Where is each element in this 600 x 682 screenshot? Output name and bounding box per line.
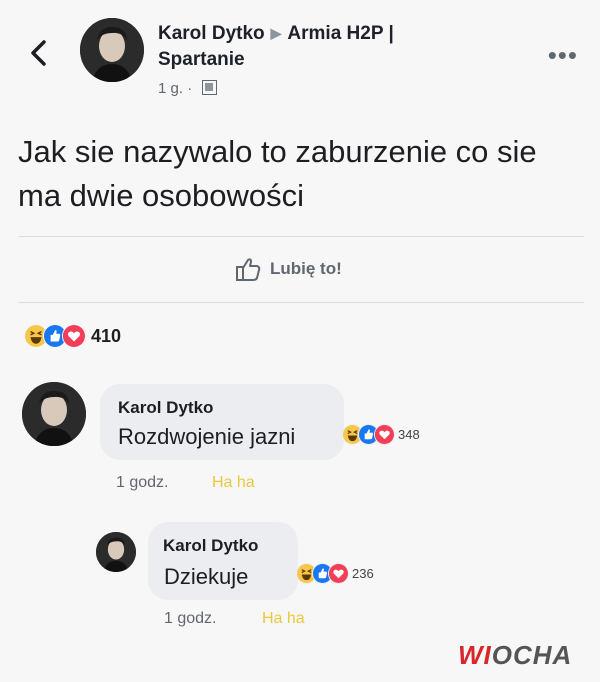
comment-author[interactable]: Karol Dytko	[118, 398, 213, 418]
thumbs-up-icon	[236, 258, 261, 281]
love-icon	[328, 563, 349, 584]
like-label: Lubię to!	[270, 259, 342, 278]
post-time[interactable]: 1 g.	[158, 80, 183, 97]
comment-reactions[interactable]: 348	[342, 424, 420, 445]
watermark-part2: OCHA	[491, 640, 573, 670]
post-header: Karol Dytko ▶ Armia H2P | Spartanie	[158, 20, 478, 73]
arrow-right-icon: ▶	[270, 25, 282, 41]
love-icon	[374, 424, 395, 445]
comment-reaction-count: 348	[398, 427, 420, 442]
reply-reactions[interactable]: 236	[296, 563, 374, 584]
reply-text: Dziekuje	[164, 564, 249, 589]
reply-author[interactable]: Karol Dytko	[163, 536, 258, 556]
comment-text: Rozdwojenie jazni	[118, 424, 296, 449]
chevron-left-icon	[31, 40, 46, 66]
watermark-part1: WI	[458, 640, 492, 670]
back-button[interactable]	[26, 36, 52, 70]
comment-reaction-button[interactable]: Ha ha	[212, 474, 255, 492]
group-icon	[202, 80, 218, 95]
watermark-logo: WIOCHA	[458, 640, 572, 671]
like-button[interactable]: Lubię to!	[234, 254, 342, 284]
divider	[18, 302, 584, 303]
reply-avatar[interactable]	[96, 532, 136, 572]
avatar[interactable]	[80, 18, 144, 82]
comment-time[interactable]: 1 godz.	[116, 474, 168, 492]
post-meta: 1 g. ·	[158, 80, 218, 97]
reactions-count: 410	[91, 325, 122, 346]
divider	[18, 236, 584, 237]
ellipsis-icon: •••	[547, 40, 578, 70]
more-button[interactable]: •••	[548, 40, 578, 71]
love-icon	[62, 324, 86, 348]
post-text: Jak sie nazywalo to zaburzenie co sie ma…	[18, 134, 537, 213]
comment-avatar[interactable]	[22, 382, 86, 446]
reactions-summary[interactable]: 410	[24, 324, 121, 348]
reply-time[interactable]: 1 godz.	[164, 610, 216, 628]
reply-reaction-count: 236	[352, 566, 374, 581]
poster-name[interactable]: Karol Dytko	[158, 23, 265, 44]
reply-reaction-button[interactable]: Ha ha	[262, 610, 305, 628]
